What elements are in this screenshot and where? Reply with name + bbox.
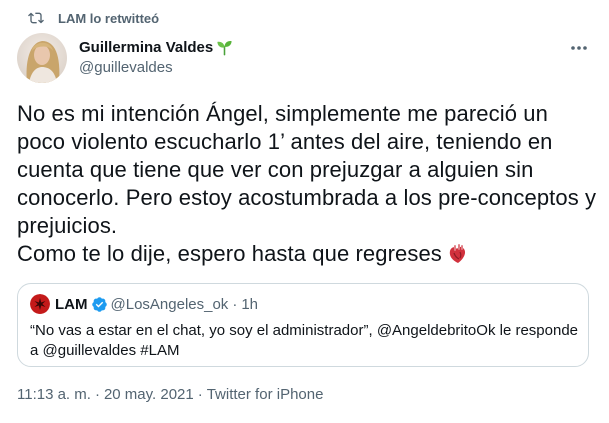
- tweet-text: No es mi intención Ángel, simplemente me…: [17, 100, 597, 268]
- author-avatar[interactable]: [17, 33, 67, 83]
- avatar-image: [17, 33, 67, 83]
- lam-avatar: [30, 294, 50, 314]
- retweet-context[interactable]: LAM lo retwitteó: [28, 8, 159, 28]
- more-icon: [571, 46, 587, 50]
- meta-separator: ·: [197, 386, 203, 403]
- author-block[interactable]: Guillermina Valdes @guillevaldes: [79, 37, 233, 76]
- author-handle[interactable]: @guillevaldes: [79, 59, 233, 76]
- verified-icon: [91, 296, 107, 312]
- author-name[interactable]: Guillermina Valdes: [79, 39, 213, 56]
- more-button[interactable]: [567, 38, 591, 58]
- quote-time: 1h: [241, 295, 258, 313]
- quote-text: “No vas a estar en el chat, yo soy el ad…: [30, 322, 578, 359]
- tweet-source[interactable]: Twitter for iPhone: [207, 386, 324, 403]
- retweet-label[interactable]: LAM lo retwitteó: [58, 11, 159, 26]
- tweet-metadata: 11:13 a. m. · 20 may. 2021 · Twitter for iPh…: [17, 386, 323, 403]
- quote-meta: @LosAngeles_ok · 1h: [111, 296, 259, 313]
- sprout-icon: [217, 40, 232, 55]
- tweet-body: No es mi intención Ángel, simplemente me…: [17, 101, 597, 266]
- anatomical-heart-icon: [449, 244, 465, 263]
- quoted-tweet[interactable]: LAM @LosAngeles_ok · 1h “No vas a estar en…: [17, 283, 589, 367]
- quote-author-name: LAM: [55, 295, 88, 313]
- meta-separator: ·: [94, 386, 100, 403]
- quote-separator: ·: [232, 295, 238, 313]
- tweet-time[interactable]: 11:13 a. m.: [17, 386, 91, 403]
- tweet-date[interactable]: 20 may. 2021: [104, 386, 194, 403]
- retweet-icon: [28, 12, 44, 24]
- quote-handle: @LosAngeles_ok: [110, 295, 229, 313]
